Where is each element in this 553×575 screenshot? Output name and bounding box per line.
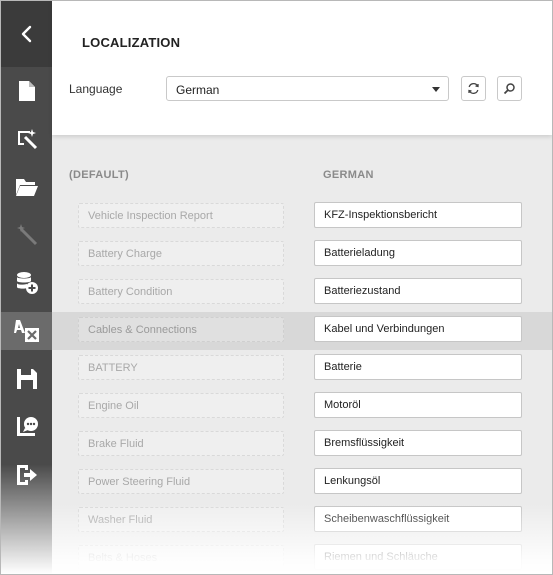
- localization-icon: [13, 320, 39, 342]
- header-panel: LOCALIZATION Language German: [52, 1, 552, 135]
- new-document-icon: [18, 81, 35, 101]
- exit-button[interactable]: [1, 456, 52, 494]
- default-column-header: (DEFAULT): [69, 169, 129, 181]
- table-row: Brake Fluid Bremsflüssigkeit: [52, 426, 552, 464]
- table-row: Vehicle Inspection Report KFZ-Inspektion…: [52, 198, 552, 236]
- back-button[interactable]: [1, 1, 52, 67]
- source-text: Washer Fluid: [78, 507, 284, 532]
- translation-input[interactable]: Batteriezustand: [314, 278, 522, 304]
- source-text: Brake Fluid: [78, 431, 284, 456]
- table-row: Battery Condition Batteriezustand: [52, 274, 552, 312]
- table-row: Battery Charge Batterieladung: [52, 236, 552, 274]
- table-row-selected[interactable]: Cables & Connections Kabel und Verbindun…: [52, 312, 552, 350]
- save-button[interactable]: [1, 360, 52, 398]
- source-text: Cables & Connections: [78, 317, 284, 342]
- language-select[interactable]: German: [166, 76, 449, 101]
- translation-input[interactable]: KFZ-Inspektionsbericht: [314, 202, 522, 228]
- translation-input[interactable]: Kabel und Verbindungen: [314, 316, 522, 342]
- add-data-source-button[interactable]: [1, 264, 52, 302]
- magic-wand-icon: [16, 224, 37, 246]
- source-text: BATTERY: [78, 355, 284, 380]
- source-text: Battery Condition: [78, 279, 284, 304]
- source-text: Vehicle Inspection Report: [78, 203, 284, 228]
- add-data-source-icon: [16, 272, 38, 294]
- page-title: LOCALIZATION: [82, 35, 181, 50]
- language-selected-value: German: [176, 83, 220, 97]
- exit-icon: [16, 465, 37, 485]
- table-row: Washer Fluid Scheibenwaschflüssigkeit: [52, 502, 552, 540]
- table-row: Power Steering Fluid Lenkungsöl: [52, 464, 552, 502]
- chevron-down-icon: [432, 87, 440, 92]
- save-icon: [16, 369, 37, 389]
- table-row: BATTERY Batterie: [52, 350, 552, 388]
- back-chevron-icon: [21, 25, 31, 43]
- sidebar: [1, 1, 52, 574]
- translation-input[interactable]: Scheibenwaschflüssigkeit: [314, 506, 522, 532]
- translation-input[interactable]: Batterieladung: [314, 240, 522, 266]
- target-column-header: GERMAN: [323, 169, 374, 181]
- script-comments-button[interactable]: [1, 408, 52, 446]
- table-row: Engine Oil Motoröl: [52, 388, 552, 426]
- language-label: Language: [69, 82, 123, 96]
- new-report-button[interactable]: [1, 72, 52, 110]
- magic-wand-button[interactable]: [1, 216, 52, 254]
- table-row: Belts & Hoses Riemen und Schläuche: [52, 540, 552, 574]
- localization-window: LOCALIZATION Language German (DEFAULT) G…: [0, 0, 553, 575]
- script-comments-icon: [16, 417, 38, 436]
- refresh-icon: [468, 83, 479, 94]
- source-text: Belts & Hoses: [78, 545, 284, 570]
- wizard-icon: [17, 129, 37, 150]
- refresh-button[interactable]: [461, 76, 486, 101]
- open-report-button[interactable]: [1, 168, 52, 206]
- localization-button[interactable]: [1, 312, 52, 350]
- translations-grid: (DEFAULT) GERMAN Vehicle Inspection Repo…: [52, 135, 552, 574]
- translation-input[interactable]: Batterie: [314, 354, 522, 380]
- open-folder-icon: [15, 179, 38, 196]
- translation-input[interactable]: Riemen und Schläuche: [314, 544, 522, 570]
- source-text: Engine Oil: [78, 393, 284, 418]
- translation-input[interactable]: Lenkungsöl: [314, 468, 522, 494]
- source-text: Battery Charge: [78, 241, 284, 266]
- report-wizard-button[interactable]: [1, 120, 52, 158]
- translation-input[interactable]: Motoröl: [314, 392, 522, 418]
- search-button[interactable]: [497, 76, 522, 101]
- search-icon: [503, 83, 515, 95]
- source-text: Power Steering Fluid: [78, 469, 284, 494]
- translation-input[interactable]: Bremsflüssigkeit: [314, 430, 522, 456]
